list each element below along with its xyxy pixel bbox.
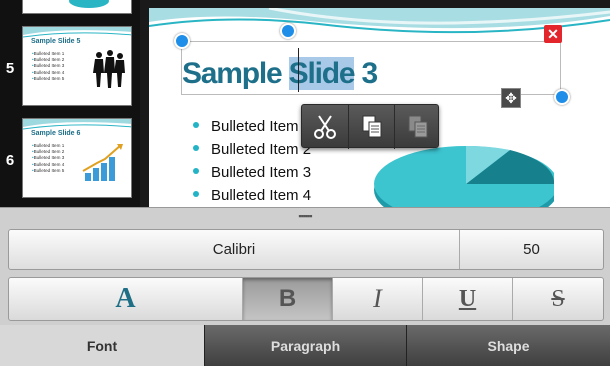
thumbnail-title: Sample Slide 5 [31,38,81,45]
text-cursor [298,48,299,92]
format-panel: ▪▪▪▪▪▪ Calibri 50 A B I U S Font Paragra… [0,207,610,366]
edit-context-menu [301,104,440,149]
strikethrough-button[interactable]: S [512,278,603,320]
paste-icon [408,115,427,138]
cut-icon [314,115,336,139]
paste-button[interactable] [394,105,440,149]
bullet-text: Bulleted Item 3 [211,164,312,181]
bullet-dot-icon [193,168,199,175]
bullet-item[interactable]: Bulleted Item 3 [193,161,311,184]
italic-button[interactable]: I [332,278,422,320]
title-text-after: 3 [354,57,378,90]
bullet-dot-icon [193,122,199,129]
copy-button[interactable] [348,105,394,149]
thumbnail-4-art [69,0,109,8]
thumbnail-bullet: Bulleted Item 4 [32,162,65,168]
slide-thumbnail-strip: 5 Sample Slide 5 Bulleted Item 1 Bullete… [0,0,140,210]
thumbnail-bullets: Bulleted Item 1 Bulleted Item 2 Bulleted… [32,51,65,82]
slide-thumbnail-6[interactable]: Sample Slide 6 Bulleted Item 1 Bulleted … [22,118,132,198]
close-icon[interactable]: ✕ [544,25,562,43]
move-icon[interactable]: ✥ [501,88,521,108]
panel-drag-handle-icon[interactable]: ▪▪▪▪▪▪ [293,212,317,221]
slide-title[interactable]: Sample Slide 3 [182,57,378,91]
resize-handle-bottom-right[interactable] [554,89,570,105]
people-silhouette-icon [93,50,125,88]
strikethrough-icon: S [551,285,565,312]
thumbnail-bullet: Bulleted Item 5 [32,76,65,82]
bullet-item[interactable]: Bulleted Item 2 [193,138,311,161]
growth-chart-icon [82,144,123,181]
italic-icon: I [373,284,382,313]
bullet-item[interactable]: Bulleted Item 4 [193,184,311,207]
tab-shape[interactable]: Shape [406,325,610,366]
thumbnail-number: 5 [5,60,15,77]
thumbnail-bullet: Bulleted Item 5 [32,168,65,174]
cut-button[interactable] [302,105,348,149]
thumbnail-bullets: Bulleted Item 1 Bulleted Item 2 Bulleted… [32,143,65,174]
thumbnail-bullet: Bulleted Item 3 [32,63,65,69]
thumbnail-number: 6 [5,152,15,169]
underline-button[interactable]: U [422,278,512,320]
format-tabs: Font Paragraph Shape [0,325,610,366]
resize-handle-top-left[interactable] [174,33,190,49]
text-style-buttons: A B I U S [8,277,604,321]
font-color-icon: A [115,283,136,314]
resize-handle-top-center[interactable] [280,23,296,39]
underline-icon: U [458,285,477,312]
bullet-text: Bulleted Item 1 [211,118,312,135]
bold-icon: B [278,285,297,312]
bullet-dot-icon [193,191,199,198]
slide-thumbnail-5[interactable]: Sample Slide 5 Bulleted Item 1 Bulleted … [22,26,132,106]
copy-icon [362,115,381,138]
slide-bullet-list[interactable]: Bulleted Item 1 Bulleted Item 2 Bulleted… [193,115,311,207]
bold-button[interactable]: B [242,278,332,320]
thumbnail-title: Sample Slide 6 [31,130,81,137]
tab-font[interactable]: Font [0,325,204,366]
bullet-item[interactable]: Bulleted Item 1 [193,115,311,138]
font-selector-row: Calibri 50 [8,229,604,270]
thumbnail-bullet: Bulleted Item 3 [32,155,65,161]
slide-thumbnail-4-partial[interactable] [22,0,132,14]
thumbnail-bullet: Bulleted Item 4 [32,70,65,76]
bullet-text: Bulleted Item 2 [211,141,312,158]
bullet-text: Bulleted Item 4 [211,187,312,204]
font-size-selector[interactable]: 50 [459,230,603,269]
title-text-before: Sample [182,57,289,90]
bullet-dot-icon [193,145,199,152]
tab-paragraph[interactable]: Paragraph [204,325,406,366]
font-family-selector[interactable]: Calibri [9,230,459,269]
font-color-button[interactable]: A [9,278,242,320]
